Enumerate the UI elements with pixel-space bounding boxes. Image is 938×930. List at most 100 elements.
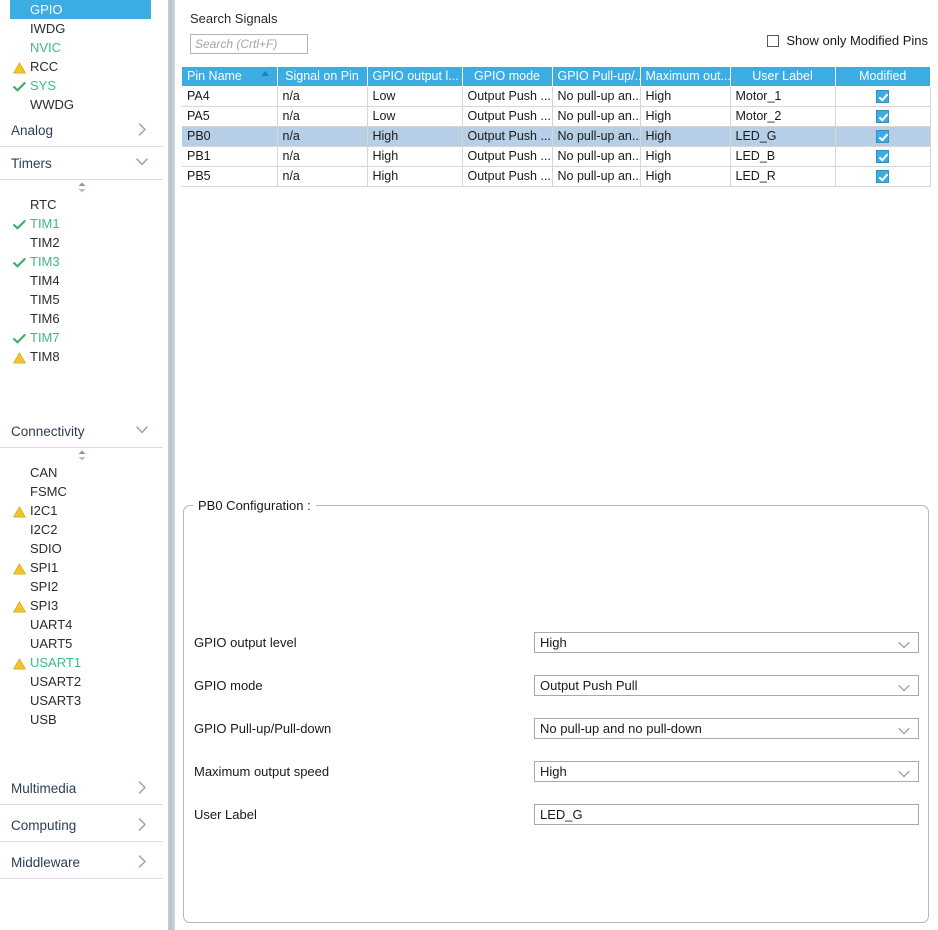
sidebar-item-spi1[interactable]: SPI1 (0, 558, 163, 577)
cell-user-label[interactable]: LED_R (730, 166, 836, 187)
field-gpio-pull-up-pull-down[interactable]: No pull-up and no pull-down (534, 717, 919, 739)
cell-maximum-output-speed[interactable]: High (640, 106, 731, 127)
section-header-analog[interactable]: Analog (0, 114, 163, 147)
sidebar-item-tim2[interactable]: TIM2 (0, 233, 163, 252)
cell-signal-on-pin[interactable]: n/a (277, 106, 368, 127)
cell-gpio-output-level[interactable]: High (367, 166, 463, 187)
sidebar-item-i2c2[interactable]: I2C2 (0, 520, 163, 539)
sidebar-item-tim4[interactable]: TIM4 (0, 271, 163, 290)
cell-signal-on-pin[interactable]: n/a (277, 166, 368, 187)
sidebar-item-usart1[interactable]: USART1 (0, 653, 163, 672)
cell-modified[interactable] (835, 166, 931, 187)
cell-pin-name[interactable]: PA5 (182, 106, 278, 127)
column-header-modified[interactable]: Modified (835, 67, 930, 87)
cell-modified[interactable] (835, 86, 931, 107)
modified-checkbox[interactable] (876, 150, 889, 164)
cell-gpio-pull-up-pull-down[interactable]: No pull-up an... (552, 86, 641, 107)
sidebar-item-i2c1[interactable]: I2C1 (0, 501, 163, 520)
cell-gpio-mode[interactable]: Output Push ... (462, 146, 553, 167)
cell-gpio-mode[interactable]: Output Push ... (462, 166, 553, 187)
sidebar-item-nvic[interactable]: NVIC (0, 38, 163, 57)
pin-configuration-table[interactable]: Pin Name Signal on Pin GPIO output l... GPI… (182, 67, 931, 187)
modified-checkbox[interactable] (876, 170, 889, 184)
cell-user-label[interactable]: LED_B (730, 146, 836, 167)
sidebar-item-spi2[interactable]: SPI2 (0, 577, 163, 596)
cell-modified[interactable] (835, 146, 931, 167)
sidebar-item-tim6[interactable]: TIM6 (0, 309, 163, 328)
cell-modified[interactable] (835, 106, 931, 127)
cell-maximum-output-speed[interactable]: High (640, 86, 731, 107)
table-body[interactable]: PA4 n/a Low Output Push ... No pull-up an...… (182, 86, 931, 187)
cell-gpio-output-level[interactable]: High (367, 146, 463, 167)
sidebar-item-can[interactable]: CAN (0, 463, 163, 482)
column-header-maximum-output-speed[interactable]: Maximum out... (640, 67, 731, 87)
cell-pin-name[interactable]: PB1 (182, 146, 278, 167)
sidebar-item-sys[interactable]: SYS (0, 76, 163, 95)
table-row[interactable]: PB0 n/a High Output Push ... No pull-up an..… (182, 126, 931, 147)
cell-pin-name[interactable]: PB0 (182, 126, 278, 147)
field-user-label[interactable]: LED_G (534, 803, 919, 825)
sidebar-item-rtc[interactable]: RTC (0, 195, 163, 214)
connectivity-scroll-up-indicator[interactable] (0, 448, 163, 463)
table-row[interactable]: PA4 n/a Low Output Push ... No pull-up an...… (182, 86, 931, 107)
modified-checkbox[interactable] (876, 130, 889, 144)
cell-gpio-pull-up-pull-down[interactable]: No pull-up an... (552, 106, 641, 127)
cell-gpio-mode[interactable]: Output Push ... (462, 126, 553, 147)
cell-gpio-output-level[interactable]: Low (367, 86, 463, 107)
show-only-modified-pins-toggle[interactable]: Show only Modified Pins (767, 33, 928, 48)
sidebar-item-tim3[interactable]: TIM3 (0, 252, 163, 271)
column-header-gpio-mode[interactable]: GPIO mode (462, 67, 553, 87)
cell-pin-name[interactable]: PB5 (182, 166, 278, 187)
cell-modified[interactable] (835, 126, 931, 147)
cell-gpio-pull-up-pull-down[interactable]: No pull-up an... (552, 166, 641, 187)
cell-pin-name[interactable]: PA4 (182, 86, 278, 107)
section-header-connectivity[interactable]: Connectivity (0, 415, 163, 448)
column-header-signal-on-pin[interactable]: Signal on Pin (277, 67, 368, 87)
cell-gpio-output-level[interactable]: High (367, 126, 463, 147)
field-gpio-mode[interactable]: Output Push Pull (534, 674, 919, 696)
cell-gpio-output-level[interactable]: Low (367, 106, 463, 127)
sidebar-item-sdio[interactable]: SDIO (0, 539, 163, 558)
sidebar-item-fsmc[interactable]: FSMC (0, 482, 163, 501)
cell-gpio-pull-up-pull-down[interactable]: No pull-up an... (552, 146, 641, 167)
field-maximum-output-speed[interactable]: High (534, 760, 919, 782)
table-header-row[interactable]: Pin Name Signal on Pin GPIO output l... GPI… (182, 67, 930, 87)
sidebar-item-iwdg[interactable]: IWDG (0, 19, 163, 38)
cell-user-label[interactable]: Motor_2 (730, 106, 836, 127)
sidebar-item-tim7[interactable]: TIM7 (0, 328, 163, 347)
table-row[interactable]: PB5 n/a High Output Push ... No pull-up an..… (182, 166, 931, 187)
cell-gpio-mode[interactable]: Output Push ... (462, 86, 553, 107)
modified-checkbox[interactable] (876, 110, 889, 124)
field-gpio-output-level[interactable]: High (534, 631, 919, 653)
show-only-modified-pins-checkbox[interactable] (767, 34, 780, 47)
column-header-gpio-pull-up-pull-down[interactable]: GPIO Pull-up/... (552, 67, 641, 87)
cell-maximum-output-speed[interactable]: High (640, 126, 731, 147)
sidebar-item-tim1[interactable]: TIM1 (0, 214, 163, 233)
cell-user-label[interactable]: LED_G (730, 126, 836, 147)
section-header-timers[interactable]: Timers (0, 147, 163, 180)
section-header-computing[interactable]: Computing (0, 809, 163, 842)
sidebar-item-usb[interactable]: USB (0, 710, 163, 729)
modified-checkbox[interactable] (876, 90, 889, 104)
sidebar-item-tim5[interactable]: TIM5 (0, 290, 163, 309)
timers-scroll-up-indicator[interactable] (0, 180, 163, 195)
cell-maximum-output-speed[interactable]: High (640, 146, 731, 167)
cell-signal-on-pin[interactable]: n/a (277, 86, 368, 107)
sidebar-item-gpio[interactable]: GPIO (10, 0, 151, 19)
column-header-user-label[interactable]: User Label (730, 67, 836, 87)
sidebar-item-tim8[interactable]: TIM8 (0, 347, 163, 366)
sidebar-item-usart3[interactable]: USART3 (0, 691, 163, 710)
sidebar-item-uart4[interactable]: UART4 (0, 615, 163, 634)
section-header-middleware[interactable]: Middleware (0, 846, 163, 879)
section-header-multimedia[interactable]: Multimedia (0, 772, 163, 805)
cell-maximum-output-speed[interactable]: High (640, 166, 731, 187)
cell-gpio-pull-up-pull-down[interactable]: No pull-up an... (552, 126, 641, 147)
sidebar-item-spi3[interactable]: SPI3 (0, 596, 163, 615)
sidebar-splitter[interactable] (163, 0, 180, 930)
cell-signal-on-pin[interactable]: n/a (277, 146, 368, 167)
sidebar-item-wwdg[interactable]: WWDG (0, 95, 163, 114)
search-input[interactable] (190, 34, 308, 54)
sidebar-item-uart5[interactable]: UART5 (0, 634, 163, 653)
column-header-gpio-output-level[interactable]: GPIO output l... (367, 67, 463, 87)
cell-gpio-mode[interactable]: Output Push ... (462, 106, 553, 127)
